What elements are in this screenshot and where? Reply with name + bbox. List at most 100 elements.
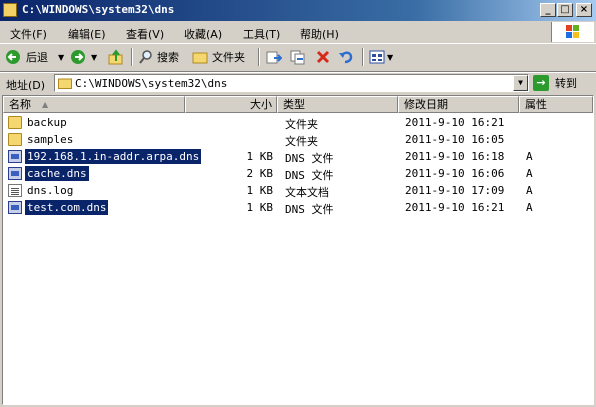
column-header-modified[interactable]: 修改日期 (398, 96, 519, 113)
forward-button[interactable]: ▼ (70, 47, 97, 67)
up-folder-button[interactable] (108, 47, 124, 67)
dns-file-icon (8, 150, 22, 163)
file-name: cache.dns (25, 166, 89, 181)
column-header-type[interactable]: 类型 (277, 96, 398, 113)
dns-file-icon (8, 167, 22, 180)
file-name: test.com.dns (25, 200, 109, 215)
copy-to-button[interactable] (290, 47, 306, 67)
back-dropdown-icon[interactable]: ▼ (58, 53, 64, 62)
column-header-size[interactable]: 大小 (185, 96, 277, 113)
folders-label: 文件夹 (212, 51, 245, 64)
file-modified: 2011-9-10 16:05 (405, 133, 505, 146)
explorer-window: C:\WINDOWS\system32\dns _ □ × 文件(F) 编辑(E… (0, 0, 596, 407)
undo-icon (339, 51, 353, 64)
folder-icon (8, 116, 22, 129)
search-button[interactable]: 搜索 (138, 47, 179, 67)
go-arrow-icon: → (533, 75, 549, 91)
toolbar: 后退 ▼ ▼ 搜索 文件夹 ▼ (0, 44, 596, 72)
back-label: 后退 (26, 51, 48, 64)
file-type: 文件夹 (285, 135, 318, 148)
file-modified: 2011-9-10 16:21 (405, 116, 505, 129)
address-input[interactable]: C:\WINDOWS\system32\dns ▼ (54, 74, 529, 92)
file-list[interactable]: 名称 ▲ 大小 类型 修改日期 属性 backup 文件夹 2011-9-10 16… (2, 95, 594, 405)
menu-file[interactable]: 文件(F) (10, 26, 47, 42)
views-button[interactable]: ▼ (369, 47, 393, 67)
file-row[interactable]: dns.log 1 KB 文本文档 2011-9-10 17:09 A (3, 182, 593, 199)
undo-button[interactable] (338, 47, 354, 67)
file-name-cell[interactable]: samples (8, 132, 75, 147)
list-header: 名称 ▲ 大小 类型 修改日期 属性 (3, 96, 593, 113)
views-icon (369, 50, 385, 64)
go-label: 转到 (555, 77, 577, 90)
file-type: DNS 文件 (285, 169, 334, 182)
file-attributes: A (526, 201, 533, 214)
file-type: DNS 文件 (285, 152, 334, 165)
move-to-button[interactable] (266, 47, 282, 67)
folders-button[interactable]: 文件夹 (192, 47, 245, 67)
file-attributes: A (526, 150, 533, 163)
address-value: C:\WINDOWS\system32\dns (75, 77, 228, 90)
delete-icon (316, 50, 330, 64)
file-row[interactable]: backup 文件夹 2011-9-10 16:21 (3, 114, 593, 131)
file-size: 1 KB (246, 150, 274, 163)
sort-ascending-icon: ▲ (42, 100, 49, 109)
file-name: samples (27, 133, 74, 146)
forward-arrow-icon (71, 50, 85, 64)
file-name-cell[interactable]: backup (8, 115, 69, 130)
folder-icon (8, 133, 22, 146)
menu-bar: 文件(F) 编辑(E) 查看(V) 收藏(A) 工具(T) 帮助(H) (0, 21, 596, 44)
menu-edit[interactable]: 编辑(E) (68, 26, 106, 42)
file-attributes: A (526, 184, 533, 197)
search-icon (139, 50, 152, 64)
file-name-cell[interactable]: cache.dns (8, 166, 89, 181)
file-size: 1 KB (246, 201, 274, 214)
back-button[interactable]: 后退 ▼ (5, 47, 64, 67)
copy-to-icon (290, 50, 305, 65)
delete-button[interactable] (315, 47, 331, 67)
title-bar[interactable]: C:\WINDOWS\system32\dns _ □ × (0, 0, 596, 21)
forward-dropdown-icon[interactable]: ▼ (91, 53, 97, 62)
file-size: 2 KB (246, 167, 274, 180)
file-row[interactable]: test.com.dns 1 KB DNS 文件 2011-9-10 16:21 A (3, 199, 593, 216)
views-dropdown-icon[interactable]: ▼ (387, 53, 393, 62)
column-header-attributes[interactable]: 属性 (519, 96, 593, 113)
file-type: DNS 文件 (285, 203, 334, 216)
dns-file-icon (8, 201, 22, 214)
text-file-icon (8, 184, 22, 197)
column-header-name[interactable]: 名称 ▲ (3, 96, 185, 113)
address-dropdown-button[interactable]: ▼ (513, 75, 528, 91)
file-name-cell[interactable]: test.com.dns (8, 200, 109, 215)
maximize-button[interactable]: □ (557, 3, 573, 17)
move-to-icon (266, 51, 282, 64)
file-modified: 2011-9-10 16:18 (405, 150, 505, 163)
file-modified: 2011-9-10 16:06 (405, 167, 505, 180)
folder-icon (3, 3, 17, 17)
file-name: backup (27, 116, 67, 129)
file-name-cell[interactable]: 192.168.1.in-addr.arpa.dns (8, 149, 202, 164)
go-button[interactable]: → 转到 (533, 74, 577, 92)
file-name: 192.168.1.in-addr.arpa.dns (25, 149, 202, 164)
file-modified: 2011-9-10 16:21 (405, 201, 505, 214)
minimize-button[interactable]: _ (540, 3, 556, 17)
menu-favorites[interactable]: 收藏(A) (184, 26, 222, 42)
file-row[interactable]: cache.dns 2 KB DNS 文件 2011-9-10 16:06 A (3, 165, 593, 182)
folder-icon (58, 78, 72, 89)
menu-view[interactable]: 查看(V) (126, 26, 164, 42)
file-row[interactable]: samples 文件夹 2011-9-10 16:05 (3, 131, 593, 148)
file-row[interactable]: 192.168.1.in-addr.arpa.dns 1 KB DNS 文件 2011… (3, 148, 593, 165)
up-folder-icon (108, 49, 123, 65)
menu-tools[interactable]: 工具(T) (243, 26, 280, 42)
file-modified: 2011-9-10 17:09 (405, 184, 505, 197)
search-label: 搜索 (157, 51, 179, 64)
address-bar: 地址(D) C:\WINDOWS\system32\dns ▼ → 转到 (0, 72, 596, 95)
file-name-cell[interactable]: dns.log (8, 183, 75, 198)
windows-logo-icon (551, 22, 594, 42)
menu-help[interactable]: 帮助(H) (300, 26, 339, 42)
file-size: 1 KB (246, 184, 274, 197)
folders-icon (192, 52, 208, 64)
file-attributes: A (526, 167, 533, 180)
close-button[interactable]: × (576, 3, 592, 17)
file-type: 文本文档 (285, 186, 329, 199)
address-label: 地址(D) (6, 79, 46, 92)
window-title: C:\WINDOWS\system32\dns (22, 3, 175, 16)
